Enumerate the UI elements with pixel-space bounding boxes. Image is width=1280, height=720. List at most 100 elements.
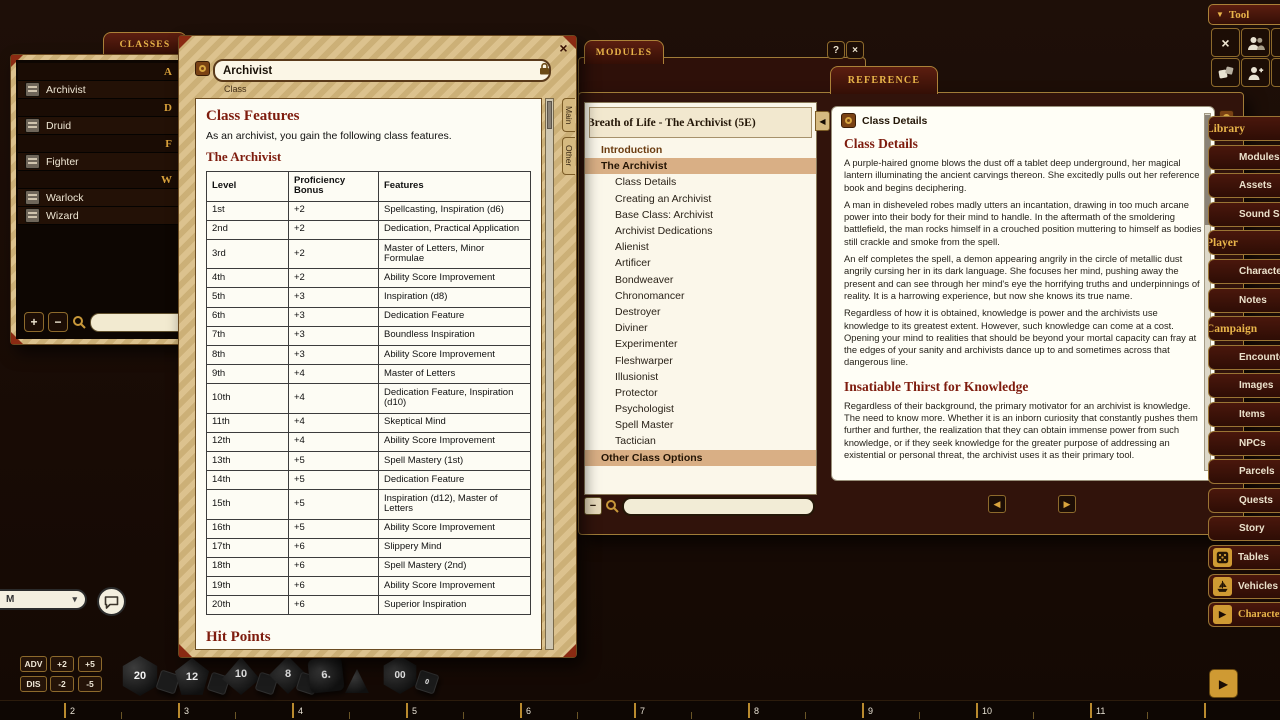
- sidebar-item-notes[interactable]: Notes: [1208, 288, 1280, 313]
- sidebar-item-items[interactable]: Items: [1208, 402, 1280, 427]
- die-small-5[interactable]: 0: [414, 669, 439, 694]
- record-tab-main[interactable]: Main: [562, 98, 575, 132]
- sidebar-item-library[interactable]: Library: [1208, 116, 1280, 141]
- record-link-icon[interactable]: [195, 61, 210, 76]
- reference-remove-button[interactable]: −: [584, 497, 602, 515]
- sidebar-item-story[interactable]: Story: [1208, 516, 1280, 541]
- sidebar-item-modules[interactable]: Modules: [1208, 145, 1280, 170]
- reference-nav-item[interactable]: Other Class Options: [585, 450, 816, 466]
- article-section-title: Insatiable Thirst for Knowledge: [844, 379, 1202, 395]
- reference-nav-item[interactable]: Tactician: [585, 433, 816, 449]
- sidebar-item-assets[interactable]: Assets: [1208, 173, 1280, 198]
- article-paragraphs: Regardless of their background, the prim…: [844, 400, 1202, 461]
- reference-nav-item[interactable]: Protector: [585, 385, 816, 401]
- sidebar-item-encounters[interactable]: Encounters: [1208, 345, 1280, 370]
- modifier-button-adv[interactable]: ADV: [20, 656, 47, 672]
- table-cell: Skeptical Mind: [379, 413, 531, 432]
- toolbar-button-partial[interactable]: [1271, 28, 1280, 57]
- reference-nav-item[interactable]: Introduction: [585, 142, 816, 158]
- window-scrollbar[interactable]: [545, 98, 554, 650]
- die-d100[interactable]: 00: [381, 656, 419, 694]
- modifier-button-plus2[interactable]: +2: [50, 656, 74, 672]
- sidebar-item-campaign[interactable]: Campaign: [1208, 316, 1280, 341]
- close-all-windows-button[interactable]: ×: [1211, 28, 1240, 57]
- record-link-icon[interactable]: [841, 113, 856, 128]
- hotkey-bar[interactable]: 234567891011: [0, 700, 1280, 720]
- reference-nav-item[interactable]: Illusionist: [585, 369, 816, 385]
- modifier-button-minus5[interactable]: -5: [78, 676, 102, 692]
- reference-nav-item[interactable]: Bondweaver: [585, 272, 816, 288]
- history-back-button[interactable]: ◀: [988, 495, 1006, 513]
- reference-nav-item[interactable]: The Archivist: [585, 158, 816, 174]
- reference-window-tab[interactable]: REFERENCE: [830, 66, 938, 94]
- chat-identity-selector[interactable]: M ▾: [0, 589, 87, 610]
- hotkey-tick: [748, 703, 750, 718]
- class-label: A: [164, 66, 172, 78]
- die-d12[interactable]: 12: [173, 658, 211, 696]
- reference-nav-item[interactable]: Diviner: [585, 320, 816, 336]
- reference-nav-item[interactable]: Artificer: [585, 255, 816, 271]
- lock-icon[interactable]: [539, 62, 550, 80]
- die-d20[interactable]: 20: [120, 656, 160, 696]
- modifier-button-dis[interactable]: DIS: [20, 676, 47, 692]
- play-button[interactable]: ▶: [1209, 669, 1238, 698]
- reference-nav-item[interactable]: Creating an Archivist: [585, 191, 816, 207]
- reference-nav-item[interactable]: Alienist: [585, 239, 816, 255]
- table-cell: Dedication Feature, Inspiration (d10): [379, 383, 531, 413]
- class-record-icon: [25, 190, 40, 205]
- sidebar-item-characters[interactable]: Characters: [1208, 259, 1280, 284]
- die-d10[interactable]: 10: [222, 657, 260, 695]
- sidebar-item-label: Items: [1239, 409, 1265, 420]
- reference-nav-item[interactable]: Experimenter: [585, 336, 816, 352]
- sidebar-item-npcs[interactable]: NPCs: [1208, 431, 1280, 456]
- modifier-button-plus5[interactable]: +5: [78, 656, 102, 672]
- toolbar-button-partial[interactable]: [1271, 58, 1280, 87]
- collapse-panel-icon[interactable]: ◀: [815, 111, 830, 131]
- record-name-field[interactable]: [213, 59, 551, 82]
- tool-menu-button[interactable]: ▼ Tool: [1208, 4, 1280, 25]
- reference-nav-item[interactable]: Fleshwarper: [585, 352, 816, 368]
- chat-bubble-button[interactable]: [97, 587, 126, 616]
- modifier-button-minus2[interactable]: -2: [50, 676, 74, 692]
- sidebar-item-vehicles[interactable]: Vehicles: [1208, 574, 1280, 599]
- corner-accent: [179, 36, 192, 49]
- modules-close-button[interactable]: ×: [846, 41, 864, 59]
- table-cell: Superior Inspiration: [379, 595, 531, 614]
- modules-window-tab[interactable]: MODULES: [584, 40, 664, 64]
- die-d6[interactable]: 6.: [307, 656, 344, 693]
- table-cell: 9th: [207, 364, 289, 383]
- reference-nav-item[interactable]: Base Class: Archivist: [585, 207, 816, 223]
- search-icon: [605, 499, 619, 513]
- reference-nav-item[interactable]: Psychologist: [585, 401, 816, 417]
- dice-tower-button[interactable]: [1211, 58, 1240, 87]
- features-intro: As an archivist, you gain the following …: [206, 130, 531, 142]
- reference-nav-item[interactable]: Spell Master: [585, 417, 816, 433]
- reference-nav-item[interactable]: Destroyer: [585, 304, 816, 320]
- sidebar-item-parcels[interactable]: Parcels: [1208, 459, 1280, 484]
- players-button[interactable]: [1241, 28, 1270, 57]
- help-button[interactable]: ?: [827, 41, 845, 59]
- sidebar-item-sound-sets[interactable]: Sound Sets: [1208, 202, 1280, 227]
- class-table-row: 4th+2Ability Score Improvement: [207, 269, 531, 288]
- die-d4[interactable]: [344, 668, 370, 694]
- history-forward-button[interactable]: ▶: [1058, 495, 1076, 513]
- reference-nav-item[interactable]: Chronomancer: [585, 288, 816, 304]
- sidebar-item-label: Player: [1208, 237, 1238, 249]
- sidebar-item-characters[interactable]: ▶Characters: [1208, 602, 1280, 627]
- remove-class-button[interactable]: −: [48, 312, 68, 332]
- table-cell: Dedication, Practical Application: [379, 220, 531, 239]
- add-class-button[interactable]: +: [24, 312, 44, 332]
- reference-search-input[interactable]: [622, 497, 815, 516]
- add-character-button[interactable]: [1241, 58, 1270, 87]
- sidebar-item-player[interactable]: Player: [1208, 230, 1280, 255]
- reference-nav-item[interactable]: Archivist Dedications: [585, 223, 816, 239]
- reference-nav-item[interactable]: Class Details: [585, 174, 816, 190]
- table-cell: 12th: [207, 432, 289, 451]
- close-icon[interactable]: ×: [556, 40, 571, 55]
- sidebar-item-quests[interactable]: Quests: [1208, 488, 1280, 513]
- record-tab-other[interactable]: Other: [562, 137, 575, 174]
- sidebar-item-tables[interactable]: Tables: [1208, 545, 1280, 570]
- table-cell: 5th: [207, 288, 289, 307]
- classes-window-tab[interactable]: CLASSES: [103, 32, 187, 56]
- sidebar-item-images[interactable]: Images: [1208, 373, 1280, 398]
